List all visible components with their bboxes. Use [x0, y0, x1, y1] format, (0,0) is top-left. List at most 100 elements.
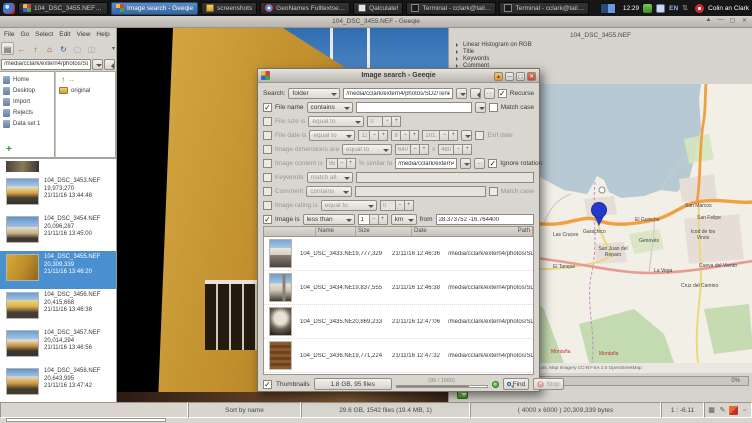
keyboard-layout[interactable]: EN — [669, 5, 678, 12]
toolbar-overflow-icon[interactable]: ▾ — [112, 45, 115, 52]
file-size-checkbox[interactable] — [263, 117, 272, 126]
file-date-op-select[interactable]: equal to — [309, 130, 355, 141]
menu-item[interactable]: File — [2, 31, 16, 38]
similarity-spinner[interactable]: −+ — [326, 158, 356, 169]
file-row[interactable]: 104_DSC_3456.NEF 20,415,668 21/11/16 13:… — [0, 289, 116, 327]
rating-spinner[interactable]: −+ — [380, 200, 414, 211]
minimize-icon[interactable]: — — [505, 72, 514, 81]
menu-item[interactable]: View — [74, 31, 92, 38]
path-collapse-icon[interactable] — [104, 59, 115, 70]
home-icon[interactable]: ⌂ — [43, 42, 56, 55]
path-collapse-icon[interactable] — [470, 88, 481, 99]
shortcut-item[interactable]: Data set 1 — [0, 118, 54, 129]
result-row[interactable]: 104_DSC_3435.NEF 20,869,233 21/11/16 12:… — [264, 305, 533, 339]
distance-spinner[interactable]: −+ — [358, 214, 388, 225]
close-icon[interactable]: ✕ — [527, 72, 536, 81]
refresh-icon[interactable]: ↻ — [57, 42, 70, 55]
content-checkbox[interactable] — [263, 159, 272, 168]
keywords-checkbox[interactable] — [263, 173, 272, 182]
search-type-select[interactable]: folder — [288, 88, 340, 99]
ignore-rotation-checkbox[interactable] — [488, 159, 497, 168]
width-spinner[interactable]: −+ — [395, 144, 429, 155]
comment-input[interactable] — [355, 186, 486, 197]
results-column-header[interactable]: Path — [516, 227, 533, 236]
taskbar-task[interactable]: Qalculate! — [353, 2, 403, 15]
shade-icon[interactable]: ▲ — [494, 72, 503, 81]
match-case-checkbox[interactable] — [489, 103, 498, 112]
sidebar-section[interactable]: Linear Histogram on RGB — [455, 42, 746, 49]
taskbar-task[interactable]: screenshots — [201, 2, 257, 15]
shortcut-item[interactable]: Rejects — [0, 107, 54, 118]
distance-checkbox[interactable] — [263, 215, 272, 224]
pane-toggle-icon[interactable]: ▤ — [1, 42, 14, 55]
keywords-input[interactable] — [356, 172, 534, 183]
taskbar-task[interactable]: 104_DSC_3455.NEF - G... — [18, 2, 108, 15]
keywords-op-select[interactable]: match all — [307, 172, 353, 183]
year-spinner[interactable]: −+ — [422, 130, 458, 141]
file-name-dropdown-icon[interactable] — [475, 102, 486, 113]
shortcut-item[interactable]: Home — [0, 74, 54, 85]
minimize-icon[interactable]: — — [716, 17, 725, 24]
maximize-icon[interactable]: ▢ — [728, 17, 737, 24]
float-view-icon[interactable]: ▢ — [71, 42, 84, 55]
notification-icon[interactable] — [695, 4, 704, 13]
results-column-header[interactable]: Name — [316, 227, 356, 236]
month-spinner[interactable]: −+ — [391, 130, 419, 141]
similar-path-input[interactable] — [395, 158, 457, 169]
file-row[interactable]: 104_DSC_3453.NEF 19,973,270 21/11/16 13:… — [0, 175, 116, 213]
search-path-input[interactable] — [343, 88, 452, 99]
taskbar-task[interactable]: Terminal - cclark@tailtr... — [499, 2, 589, 15]
file-row[interactable]: 104_DSC_3454.NEF 20,096,287 21/11/16 13:… — [0, 213, 116, 251]
updates-icon[interactable] — [643, 4, 652, 13]
result-row[interactable]: 104_DSC_3436.NEF 19,771,224 21/11/16 12:… — [264, 339, 533, 373]
file-name-input[interactable] — [356, 102, 472, 113]
edit-icon[interactable]: ✎ — [718, 406, 727, 415]
path-input[interactable] — [1, 59, 91, 70]
file-size-op-select[interactable]: equal to — [308, 116, 364, 127]
file-date-checkbox[interactable] — [263, 131, 272, 140]
comment-checkbox[interactable] — [263, 187, 272, 196]
close-icon[interactable]: ✕ — [740, 17, 749, 24]
workspace-pager[interactable] — [600, 3, 616, 14]
rating-checkbox[interactable] — [263, 201, 272, 210]
shade-icon[interactable]: ▲ — [704, 17, 713, 24]
color-management-icon[interactable] — [729, 406, 738, 415]
details-icon[interactable]: ▦ — [707, 406, 716, 415]
height-spinner[interactable]: −+ — [438, 144, 472, 155]
exif-date-checkbox[interactable] — [475, 131, 484, 140]
display-icon[interactable] — [656, 4, 665, 13]
up-icon[interactable]: ↑ — [29, 42, 42, 55]
menu-item[interactable]: Go — [18, 31, 31, 38]
file-row[interactable]: 104_DSC_3455.NEF 20,309,339 21/11/16 13:… — [0, 251, 116, 289]
menu-item[interactable]: Select — [33, 31, 55, 38]
dimensions-op-select[interactable]: equal to — [342, 144, 392, 155]
recurse-checkbox[interactable] — [498, 89, 507, 98]
file-row[interactable]: 104_DSC_3458.NEF 20,643,995 21/11/16 13:… — [0, 365, 116, 402]
comment-match-case-checkbox[interactable] — [489, 187, 498, 196]
sort-button[interactable]: Sort by name — [188, 402, 301, 418]
back-icon[interactable]: ← — [15, 42, 28, 55]
taskbar-task[interactable]: Terminal - cclark@tailtr... — [406, 2, 496, 15]
dimensions-checkbox[interactable] — [263, 145, 272, 154]
maximize-icon[interactable]: ▢ — [516, 72, 525, 81]
results-column-header[interactable]: Date — [412, 227, 516, 236]
menu-item[interactable]: Edit — [57, 31, 72, 38]
taskbar-task[interactable]: GeoNames Fulltextsear... — [260, 2, 350, 15]
file-name-checkbox[interactable] — [263, 103, 272, 112]
path-dropdown-icon[interactable] — [92, 59, 103, 70]
day-spinner[interactable]: −+ — [358, 130, 388, 141]
menu-item[interactable]: Help — [94, 31, 111, 38]
browse-button[interactable] — [484, 88, 495, 99]
folder-row[interactable]: original — [56, 85, 115, 96]
start-menu-icon[interactable] — [3, 3, 15, 14]
path-dropdown-icon[interactable] — [456, 88, 467, 99]
stop-button[interactable]: ✕ Stop — [533, 378, 563, 390]
file-thumbnail-partial[interactable] — [6, 161, 39, 172]
shortcut-item[interactable]: Import — [0, 96, 54, 107]
add-bookmark-icon[interactable]: + — [6, 145, 16, 155]
split-view-icon[interactable]: ◫ — [85, 42, 98, 55]
sidebar-section[interactable]: Title — [455, 49, 746, 56]
distance-unit-select[interactable]: km — [391, 214, 417, 225]
calendar-icon[interactable] — [461, 130, 472, 141]
find-button[interactable]: Find — [503, 378, 530, 390]
